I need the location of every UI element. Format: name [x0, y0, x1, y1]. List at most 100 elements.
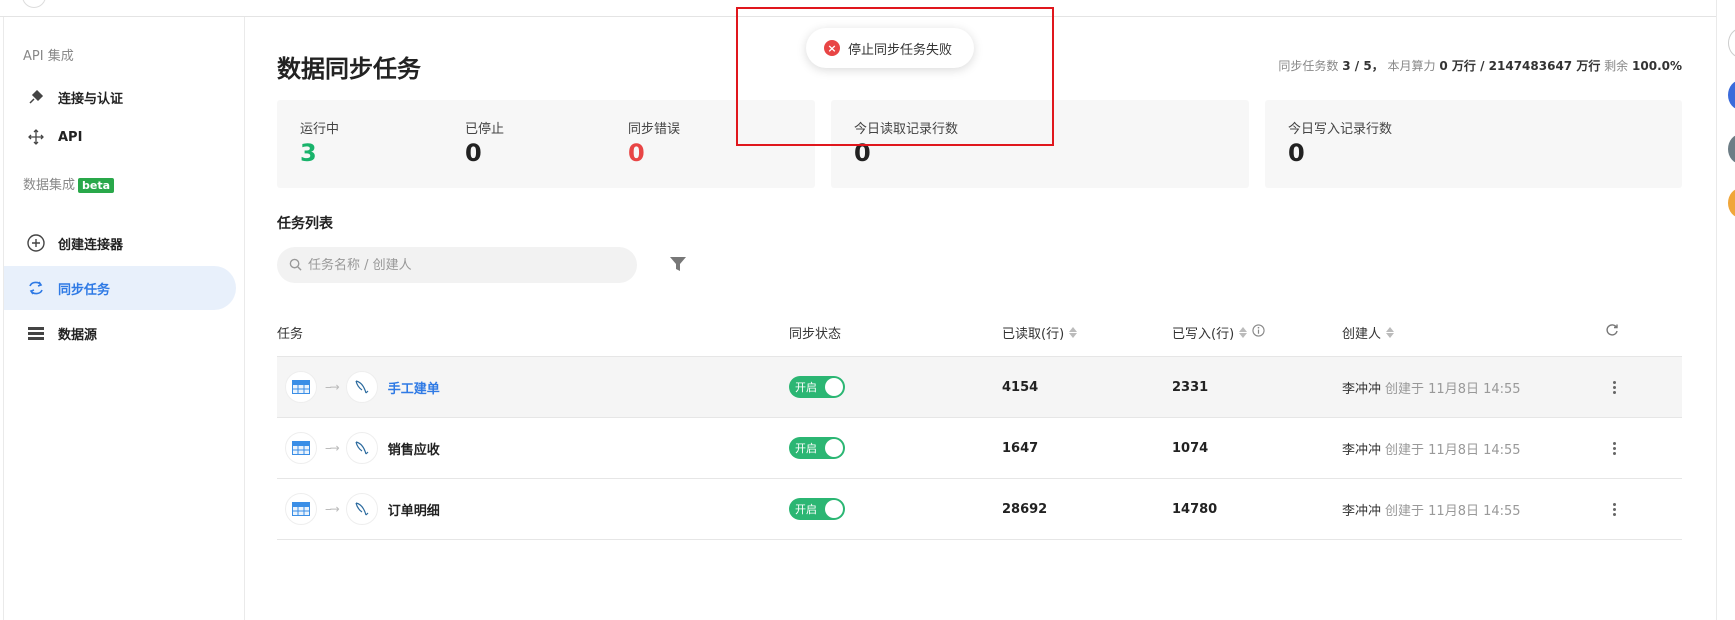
task-name-link[interactable]: 订单明细	[388, 500, 440, 519]
list-icon	[24, 321, 48, 345]
toggle-label: 开启	[795, 442, 817, 455]
creator-name: 李冲冲	[1342, 381, 1382, 397]
status-cell: 开启	[789, 357, 845, 417]
sync-toggle[interactable]: 开启	[789, 376, 845, 398]
column-read[interactable]: 已读取(行)	[1002, 323, 1078, 342]
summary-remaining-label: 剩余	[1604, 59, 1629, 73]
stat-write-today: 今日写入记录行数 0	[1288, 118, 1392, 167]
table-row[interactable]: --→ 销售应收 开启 1647 1074 李冲冲 创建于 11月8日 14:55	[277, 418, 1682, 479]
sync-icon	[24, 276, 48, 300]
stat-label: 今日写入记录行数	[1288, 122, 1393, 137]
column-creator[interactable]: 创建人	[1342, 323, 1395, 342]
search-input[interactable]	[308, 257, 608, 273]
creator-name: 李冲冲	[1342, 442, 1382, 458]
status-cell: 开启	[789, 418, 845, 478]
write-today-card: 今日写入记录行数 0	[1265, 100, 1682, 188]
stat-running: 运行中 3	[300, 118, 339, 167]
toggle-label: 开启	[795, 381, 817, 394]
column-task: 任务	[277, 323, 303, 342]
sidebar-item-label: 同步任务	[58, 282, 111, 298]
created-time: 创建于 11月8日 14:55	[1385, 442, 1521, 458]
stat-error: 同步错误 0	[628, 118, 680, 167]
filter-icon[interactable]	[669, 255, 687, 275]
column-written[interactable]: 已写入(行)	[1172, 323, 1265, 342]
rail-avatar[interactable]	[1728, 134, 1735, 164]
sidebar-section-api: API 集成	[23, 49, 74, 64]
sidebar-item-label: 连接与认证	[58, 91, 124, 107]
creator-name: 李冲冲	[1342, 503, 1382, 519]
plug-icon	[24, 85, 48, 109]
sidebar-item-datasource[interactable]: 数据源	[4, 311, 236, 355]
sort-icon[interactable]	[1069, 327, 1078, 338]
mysql-dolphin-icon	[345, 432, 378, 464]
table-header: 任务 同步状态 已读取(行) 已写入(行) 创建人	[277, 307, 1682, 357]
arrow-right-icon: --→	[325, 502, 340, 516]
stat-label: 已停止	[465, 122, 505, 137]
read-count: 28692	[1002, 501, 1048, 517]
task-name-link[interactable]: 手工建单	[388, 378, 440, 397]
mysql-dolphin-icon	[345, 493, 378, 525]
right-rail	[1716, 0, 1735, 620]
status-cell: 开启	[789, 479, 845, 539]
refresh-icon[interactable]	[1605, 323, 1619, 337]
table-source-icon	[285, 432, 317, 464]
summary-remaining-value: 100.0%	[1632, 59, 1682, 73]
read-count: 1647	[1002, 440, 1039, 456]
arrow-right-icon: --→	[325, 380, 340, 394]
written-count: 2331	[1172, 379, 1209, 395]
info-icon[interactable]	[1252, 324, 1265, 341]
sidebar-item-label: 数据源	[58, 327, 98, 343]
task-name-link[interactable]: 销售应收	[388, 439, 440, 458]
arrow-right-icon: --→	[325, 441, 340, 455]
creator-cell: 李冲冲 创建于 11月8日 14:55	[1342, 479, 1521, 539]
summary-compute-value: 0 万行 / 2147483647 万行	[1439, 59, 1601, 73]
top-avatar-stub[interactable]	[22, 0, 46, 8]
move-arrows-icon	[24, 125, 48, 149]
stat-label: 运行中	[300, 122, 340, 137]
more-icon[interactable]	[1609, 357, 1619, 417]
sort-icon[interactable]	[1239, 327, 1248, 338]
stat-stopped: 已停止 0	[465, 118, 504, 167]
stat-value: 0	[628, 139, 645, 167]
usage-summary: 同步任务数 3 / 5， 本月算力 0 万行 / 2147483647 万行 剩…	[1278, 57, 1682, 74]
sidebar-item-label: 创建连接器	[58, 237, 124, 253]
sidebar-section-data: 数据集成 beta	[23, 174, 115, 193]
rail-avatar[interactable]	[1728, 188, 1735, 218]
rail-button[interactable]	[1728, 28, 1735, 58]
sidebar: API 集成 连接与认证 API 数据集成 beta 创建连接器 同步任务 数据源	[3, 17, 245, 620]
column-label: 已写入(行)	[1172, 327, 1235, 342]
sidebar-item-create-connector[interactable]: 创建连接器	[4, 221, 236, 265]
sidebar-section-data-label: 数据集成	[23, 178, 76, 193]
stat-value: 0	[1288, 139, 1305, 167]
plus-circle-icon	[24, 231, 48, 255]
summary-separator: ，	[1371, 59, 1384, 73]
beta-badge: beta	[78, 178, 115, 193]
toggle-knob	[825, 439, 843, 457]
rail-avatar[interactable]	[1728, 80, 1735, 110]
toggle-label: 开启	[795, 503, 817, 516]
column-label: 任务	[277, 327, 304, 342]
table-row[interactable]: --→ 订单明细 开启 28692 14780 李冲冲 创建于 11月8日 14:…	[277, 479, 1682, 540]
written-count: 1074	[1172, 440, 1209, 456]
sidebar-item-sync-tasks[interactable]: 同步任务	[4, 266, 236, 310]
task-cell: --→ 销售应收	[285, 418, 440, 478]
search-icon	[289, 256, 302, 275]
sort-icon[interactable]	[1386, 327, 1395, 338]
summary-tasks-label: 同步任务数	[1278, 59, 1339, 73]
stat-value: 0	[465, 139, 482, 167]
table-row[interactable]: --→ 手工建单 开启 4154 2331 李冲冲 创建于 11月8日 14:55	[277, 357, 1682, 418]
stat-value: 3	[300, 139, 317, 167]
sync-toggle[interactable]: 开启	[789, 498, 845, 520]
sync-toggle[interactable]: 开启	[789, 437, 845, 459]
more-icon[interactable]	[1609, 479, 1619, 539]
more-icon[interactable]	[1609, 418, 1619, 478]
created-time: 创建于 11月8日 14:55	[1385, 503, 1521, 519]
column-label: 已读取(行)	[1002, 327, 1065, 342]
read-count: 4154	[1002, 379, 1039, 395]
sidebar-item-connect-auth[interactable]: 连接与认证	[4, 75, 236, 119]
status-stats-card: 运行中 3 已停止 0 同步错误 0	[277, 100, 815, 188]
created-time: 创建于 11月8日 14:55	[1385, 381, 1521, 397]
sidebar-item-api[interactable]: API	[4, 115, 236, 159]
summary-compute-label: 本月算力	[1387, 59, 1436, 73]
toggle-knob	[825, 378, 843, 396]
